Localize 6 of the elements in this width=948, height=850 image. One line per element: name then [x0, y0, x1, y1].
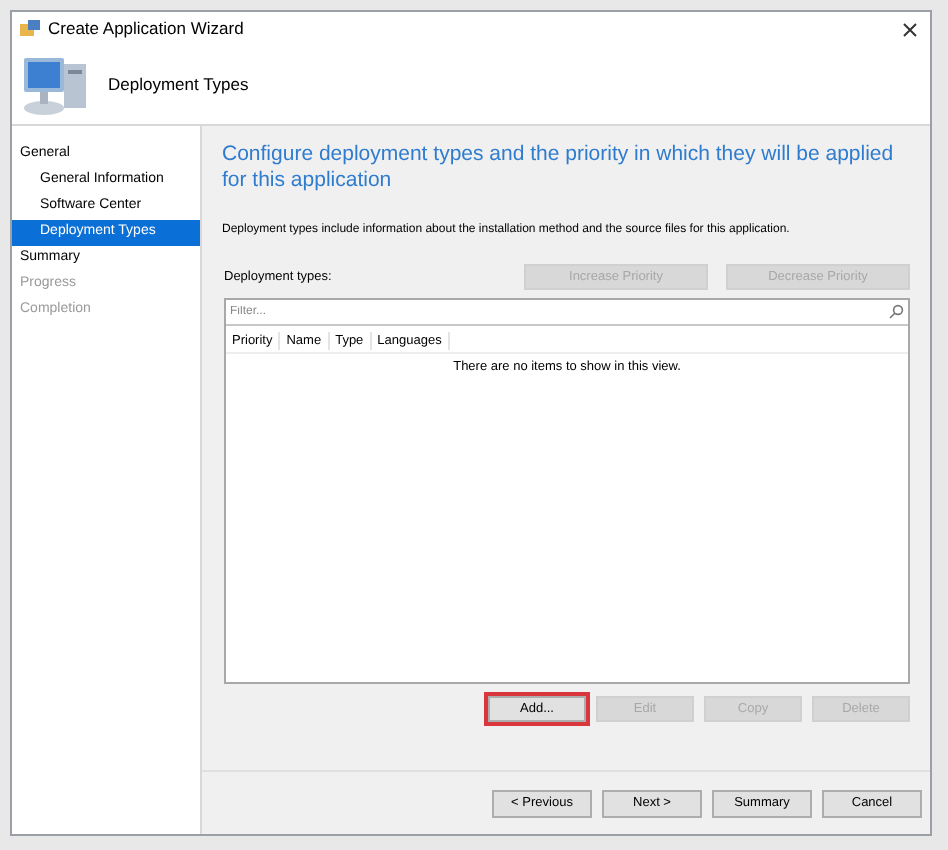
window-title: Create Application Wizard	[48, 16, 246, 42]
close-button[interactable]	[898, 17, 922, 41]
section-heading: Configure deployment types and the priority in which they will be applied for this application	[222, 142, 896, 194]
page-title: Deployment Types	[108, 72, 249, 98]
search-icon	[888, 304, 904, 320]
app-icon	[20, 19, 40, 39]
